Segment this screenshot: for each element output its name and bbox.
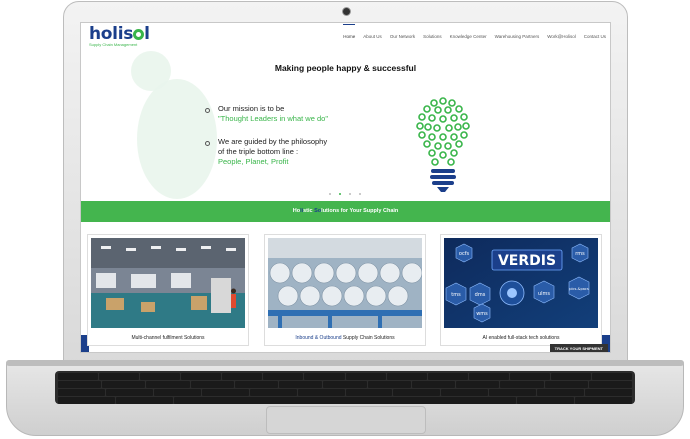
verdis-title: VERDIS [498, 253, 556, 269]
keyboard [55, 371, 635, 404]
slider-dot[interactable] [329, 193, 331, 195]
nav-knowledge-center[interactable]: Knowledge Center [450, 34, 487, 39]
chip-wms: wms [476, 311, 488, 317]
slider-dot[interactable] [359, 193, 361, 195]
laptop-hinge [6, 360, 684, 366]
mission-line-1: Our mission is to be [218, 104, 285, 113]
warehouse-photo [91, 238, 245, 328]
hero-bg-shape [137, 79, 217, 199]
cargo-photo [268, 238, 422, 328]
site-header: holis l Supply Chain Management Home Abou… [81, 23, 610, 52]
philosophy-line-2: of the triple bottom line : [218, 147, 299, 156]
laptop-screen: holis l Supply Chain Management Home Abou… [80, 22, 611, 353]
hero-title: Making people happy & successful [274, 63, 417, 73]
solutions-cards: Multi-channel fulfilment Solutions Inbou… [81, 222, 610, 352]
card-tech-solutions[interactable]: VERDIS ocfs rms ulms tms dms wms pics-&p… [440, 234, 602, 346]
card-supply-chain[interactable]: Inbound & Outbound Supply Chain Solution… [264, 234, 426, 346]
mission-line-2: "Thought Leaders in what we do" [218, 114, 328, 123]
nav-our-network[interactable]: Our Network [390, 34, 415, 39]
camera-icon [342, 7, 351, 16]
chip-ulms: ulms [538, 291, 550, 297]
bullet-icon [205, 141, 210, 146]
hero-slider: Making people happy & successful Our mis… [81, 51, 610, 201]
nav-contact-us[interactable]: Contact Us [584, 34, 606, 39]
chip-tms: tms [451, 292, 461, 298]
card-label: Inbound & Outbound Supply Chain Solution… [295, 335, 395, 341]
chip-dms: dms [475, 292, 486, 298]
slider-dot[interactable] [349, 193, 351, 195]
card-label: AI enabled full-stack tech solutions [482, 335, 560, 341]
nav-work-at-holisol[interactable]: Work@Holisol [547, 34, 576, 39]
chip-ocfs: ocfs [459, 251, 470, 257]
logo-o-mark-icon [133, 29, 145, 40]
track-shipment-button[interactable]: TRACK YOUR SHIPMENT [549, 344, 608, 352]
philosophy-line-1: We are guided by the philosophy [218, 137, 328, 146]
holisol-logo[interactable]: holis l Supply Chain Management [89, 25, 150, 47]
lightbulb-icon [416, 97, 470, 192]
slider-dot-active[interactable] [339, 193, 341, 195]
card-label: Multi-channel fulfilment Solutions [131, 335, 205, 341]
philosophy-line-3: People, Planet, Profit [218, 157, 289, 166]
nav-about-us[interactable]: About Us [363, 34, 382, 39]
main-nav: Home About Us Our Network Solutions Know… [343, 24, 606, 39]
nav-warehousing-partners[interactable]: Warehousing Partners [495, 34, 540, 39]
nav-home[interactable]: Home [343, 24, 356, 39]
nav-solutions[interactable]: Solutions [423, 34, 442, 39]
verdis-graphic: VERDIS ocfs rms ulms tms dms wms pics-&p… [444, 238, 598, 328]
bullet-icon [205, 108, 210, 113]
solutions-banner: Holistic Solutions for Your Supply Chain [81, 201, 610, 222]
card-fulfilment[interactable]: Multi-channel fulfilment Solutions [87, 234, 249, 346]
slider-dots [329, 193, 361, 195]
chip-pics-pacs: pics-&pacs [569, 287, 589, 291]
trackpad [266, 406, 426, 434]
chip-rms: rms [575, 251, 585, 257]
